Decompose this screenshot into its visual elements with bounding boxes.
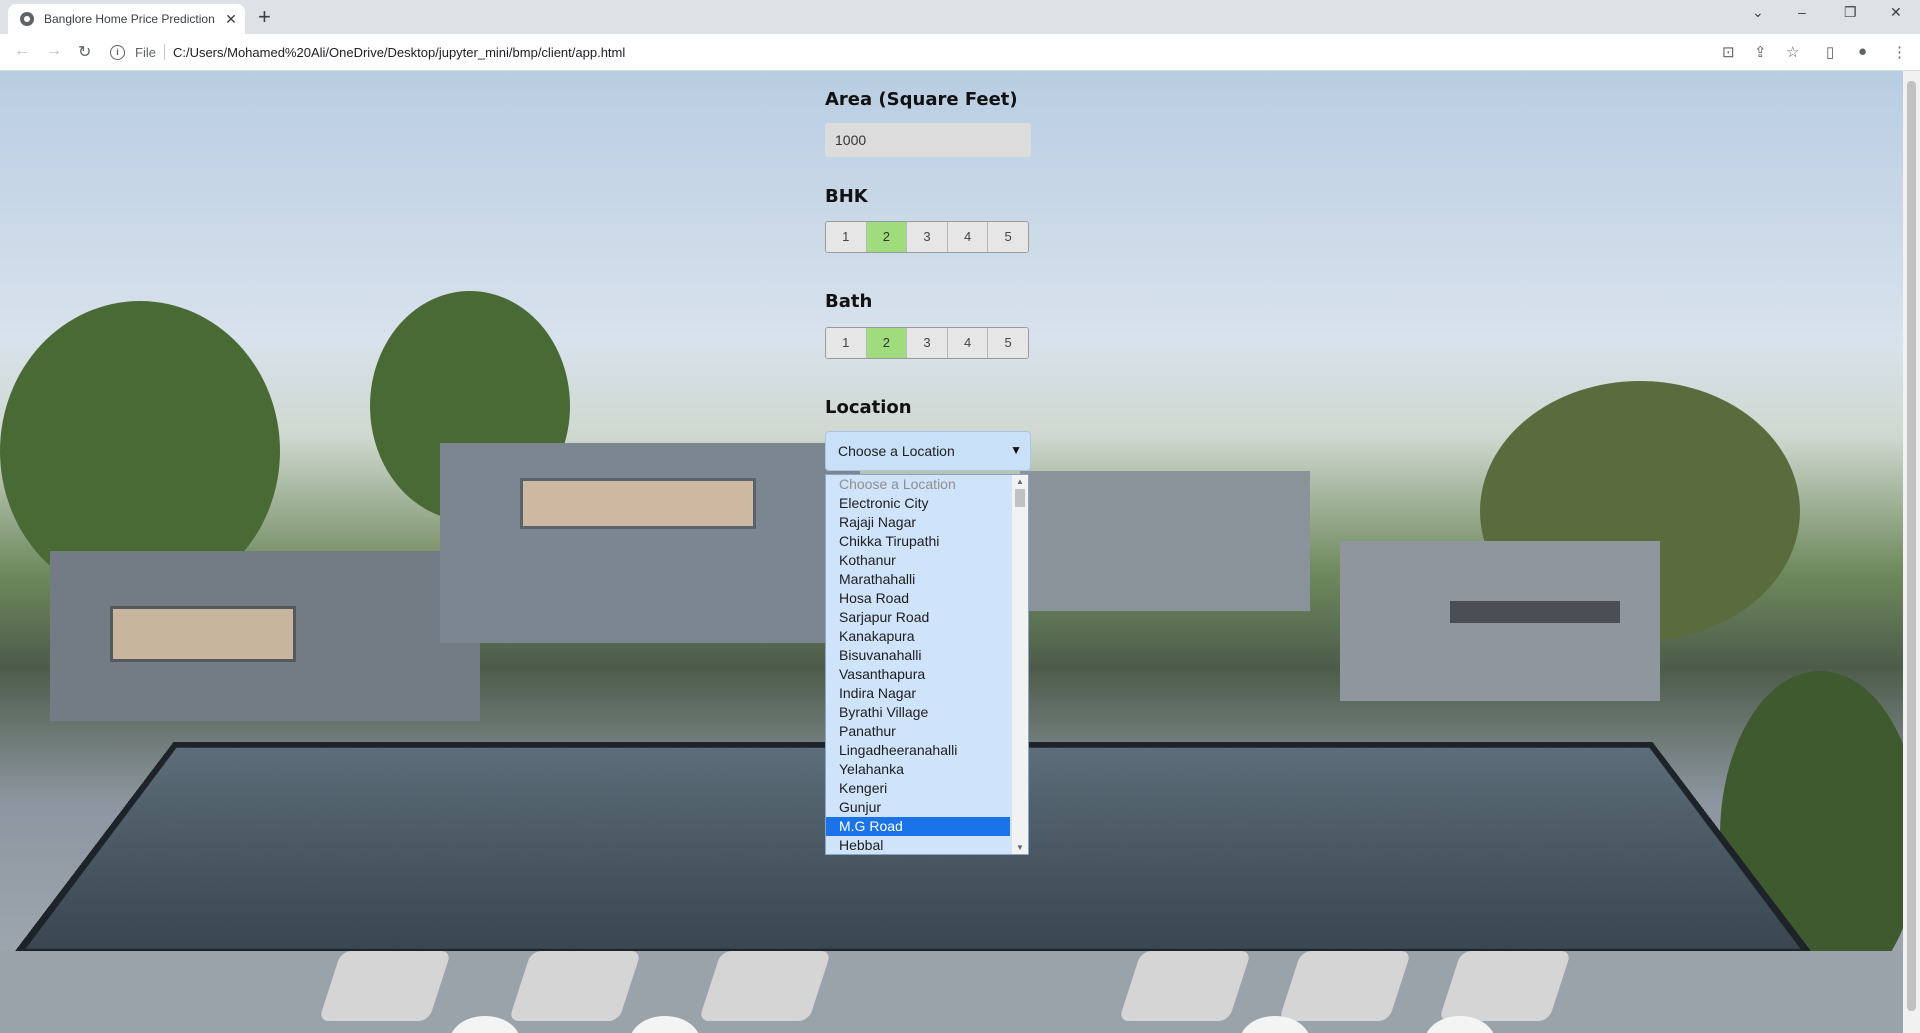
bath-option[interactable]: 5 — [988, 328, 1028, 358]
bath-option[interactable]: 1 — [826, 328, 867, 358]
location-option[interactable]: Vasanthapura — [826, 665, 1010, 684]
location-dropdown-list[interactable]: Choose a Location Electronic City Rajaji N… — [825, 474, 1029, 855]
forward-arrow-icon[interactable]: → — [46, 42, 62, 60]
maximize-button[interactable]: ❐ — [1844, 4, 1857, 21]
share-icon[interactable]: ⇪ — [1754, 43, 1767, 61]
location-label: Location — [825, 397, 912, 418]
lounger — [318, 951, 452, 1021]
page-viewport: Area (Square Feet) 1000 BHK 1 2 3 4 5 Ba… — [0, 71, 1903, 1033]
bath-switch: 1 2 3 4 5 — [825, 327, 1029, 359]
location-select[interactable]: Choose a Location ▼ — [825, 431, 1031, 471]
location-option[interactable]: Indira Nagar — [826, 684, 1010, 703]
new-tab-button[interactable]: + — [258, 4, 271, 30]
pool-deck — [0, 951, 1903, 1033]
bhk-switch: 1 2 3 4 5 — [825, 221, 1029, 253]
browser-tab[interactable]: Banglore Home Price Prediction ✕ — [8, 4, 245, 34]
location-option[interactable]: Rajaji Nagar — [826, 513, 1010, 532]
location-option[interactable]: Yelahanka — [826, 760, 1010, 779]
scroll-up-arrow-icon[interactable]: ▲ — [1016, 477, 1024, 486]
house-wing-right — [1340, 541, 1660, 701]
location-option[interactable]: Gunjur — [826, 798, 1010, 817]
url-scheme: File — [135, 44, 156, 60]
profile-avatar-icon[interactable]: ● — [1858, 43, 1867, 60]
location-option[interactable]: Bisuvanahalli — [826, 646, 1010, 665]
area-label: Area (Square Feet) — [825, 89, 1018, 110]
bhk-option[interactable]: 5 — [988, 222, 1028, 252]
location-option[interactable]: Lingadheeranahalli — [826, 741, 1010, 760]
location-option[interactable]: Chikka Tirupathi — [826, 532, 1010, 551]
page-scrollbar[interactable] — [1903, 71, 1920, 1033]
location-option[interactable]: Byrathi Village — [826, 703, 1010, 722]
bath-option[interactable]: 4 — [947, 328, 989, 358]
bhk-option[interactable]: 4 — [947, 222, 989, 252]
bath-label: Bath — [825, 291, 873, 312]
lounger — [1438, 951, 1572, 1021]
house-center — [1020, 471, 1310, 611]
location-selected-value: Choose a Location — [838, 443, 955, 459]
dropdown-scroll-thumb[interactable] — [1015, 489, 1025, 507]
lounger — [698, 951, 832, 1021]
tab-search-icon[interactable]: ⌄ — [1752, 4, 1764, 21]
location-option[interactable]: M.G Road — [826, 817, 1010, 836]
window-close-button[interactable]: ✕ — [1890, 4, 1902, 21]
browser-toolbar: ← → ↻ i File C:/Users/Mohamed%20Ali/OneD… — [0, 34, 1920, 71]
bhk-option[interactable]: 3 — [907, 222, 948, 252]
bhk-option[interactable]: 2 — [866, 222, 908, 252]
dropdown-options: Choose a Location Electronic City Rajaji N… — [826, 475, 1028, 854]
globe-icon — [20, 12, 34, 26]
location-option[interactable]: Kothanur — [826, 551, 1010, 570]
scroll-down-arrow-icon[interactable]: ▼ — [1016, 843, 1024, 852]
house-wing-left — [50, 551, 480, 721]
translate-icon[interactable]: ⊡ — [1722, 43, 1735, 61]
lounger — [1118, 951, 1252, 1021]
location-option[interactable]: Marathahalli — [826, 570, 1010, 589]
house-main — [440, 443, 860, 643]
location-option[interactable]: Kengeri — [826, 779, 1010, 798]
page-scroll-thumb[interactable] — [1907, 81, 1916, 1011]
side-panel-icon[interactable]: ▯ — [1826, 43, 1834, 61]
location-option[interactable]: Kanakapura — [826, 627, 1010, 646]
location-option[interactable]: Sarjapur Road — [826, 608, 1010, 627]
chevron-down-icon: ▼ — [1010, 443, 1022, 457]
minimize-button[interactable]: – — [1798, 4, 1806, 20]
back-arrow-icon[interactable]: ← — [14, 42, 30, 60]
location-option[interactable]: Panathur — [826, 722, 1010, 741]
bhk-option[interactable]: 1 — [826, 222, 867, 252]
bath-option[interactable]: 2 — [866, 328, 908, 358]
location-placeholder-option[interactable]: Choose a Location — [826, 475, 1010, 494]
tab-close-icon[interactable]: ✕ — [223, 11, 239, 28]
url-text: C:/Users/Mohamed%20Ali/OneDrive/Desktop/… — [172, 44, 626, 60]
location-option[interactable]: Hebbal — [826, 836, 1010, 854]
location-option[interactable]: Hosa Road — [826, 589, 1010, 608]
bath-option[interactable]: 3 — [907, 328, 948, 358]
area-input[interactable]: 1000 — [825, 123, 1031, 157]
bhk-label: BHK — [825, 186, 868, 207]
lounger — [1278, 951, 1412, 1021]
tab-title: Banglore Home Price Prediction — [44, 12, 215, 26]
dropdown-scrollbar[interactable]: ▲ ▼ — [1012, 475, 1028, 854]
address-divider — [163, 44, 165, 60]
tab-strip: Banglore Home Price Prediction ✕ + ⌄ – ❐… — [0, 0, 1920, 34]
lounger — [508, 951, 642, 1021]
location-option[interactable]: Electronic City — [826, 494, 1010, 513]
menu-kebab-icon[interactable]: ⋮ — [1892, 43, 1907, 61]
bookmark-star-icon[interactable]: ☆ — [1786, 43, 1799, 61]
address-bar[interactable]: i File C:/Users/Mohamed%20Ali/OneDrive/D… — [110, 39, 1695, 65]
info-icon[interactable]: i — [110, 44, 125, 60]
reload-icon[interactable]: ↻ — [78, 42, 91, 62]
